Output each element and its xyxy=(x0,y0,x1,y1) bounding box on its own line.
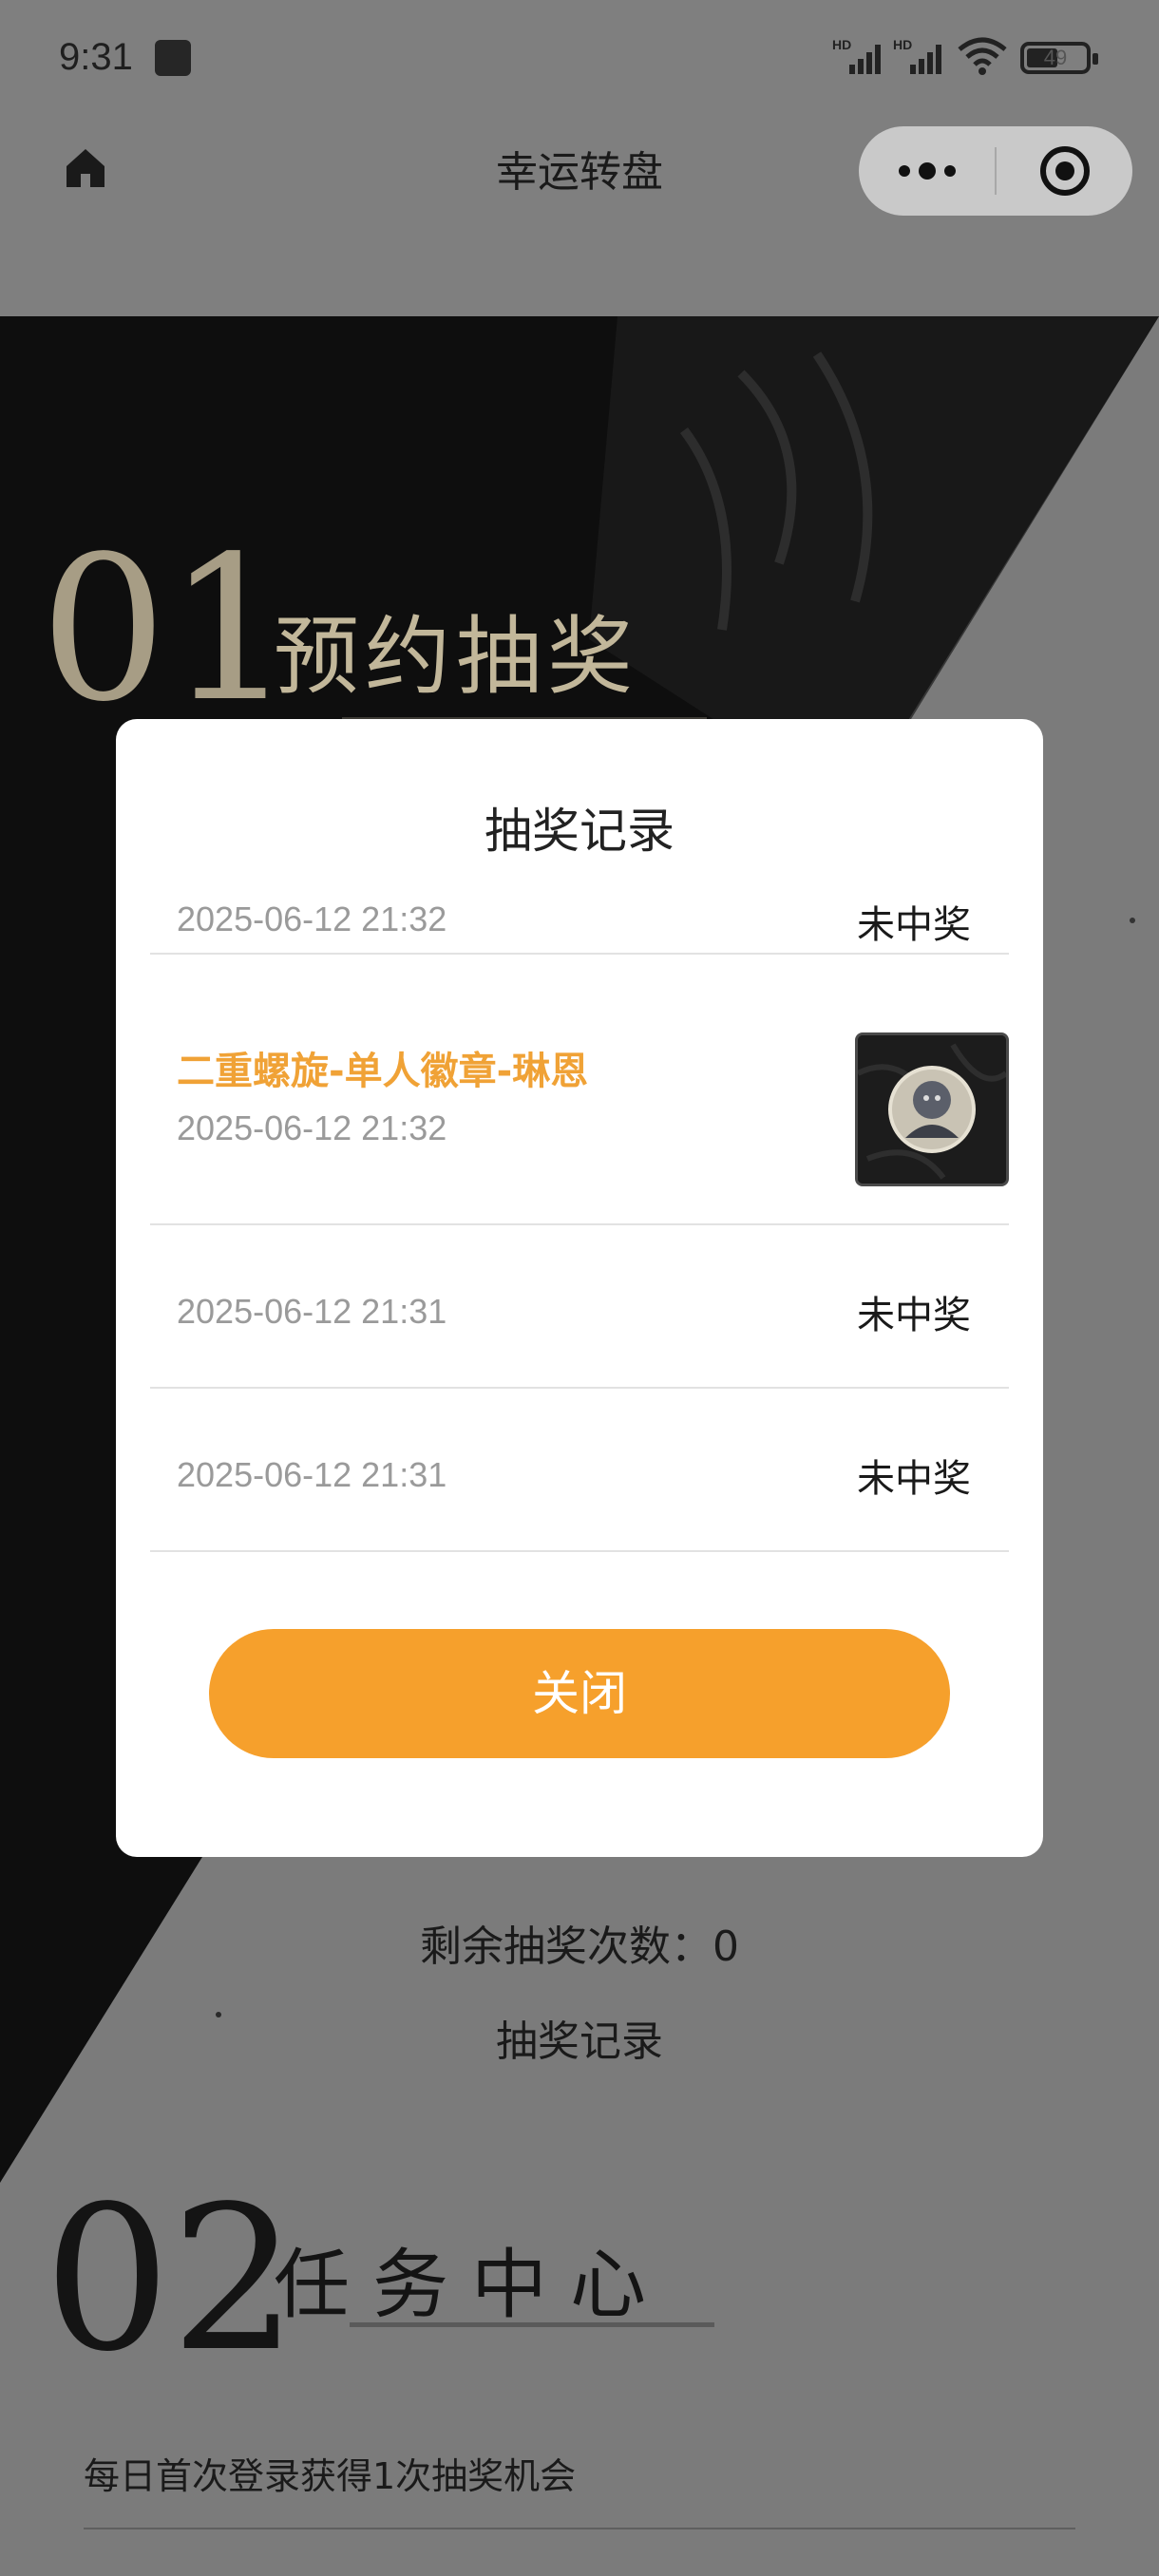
record-row: 2025-06-12 21:32 未中奖 xyxy=(150,881,1009,955)
modal-title: 抽奖记录 xyxy=(484,804,674,859)
remaining-draws: 剩余抽奖次数：0 xyxy=(420,1923,739,1971)
record-prize: 二重螺旋-单人徽章-琳恩 xyxy=(177,1050,589,1093)
close-miniprogram-icon[interactable] xyxy=(998,126,1132,216)
capsule-divider xyxy=(995,147,997,195)
hd-signal-icon: HD xyxy=(893,37,941,74)
section-number: 02 xyxy=(44,2163,298,2396)
battery-icon: 49 xyxy=(1020,42,1098,74)
record-status: 未中奖 xyxy=(857,903,971,947)
section-title: 预约抽奖 xyxy=(274,607,638,707)
prize-thumbnail xyxy=(855,1032,1009,1186)
miniprogram-capsule xyxy=(859,126,1132,216)
record-row: 二重螺旋-单人徽章-琳恩 2025-06-12 21:32 xyxy=(150,994,1009,1225)
status-bar: 9:31 HD HD 49 xyxy=(0,0,1159,119)
decorative-text-strip xyxy=(350,2322,714,2327)
app-notification-icon xyxy=(155,40,191,76)
hd-signal-icon: HD xyxy=(832,37,881,74)
record-status: 未中奖 xyxy=(857,1457,971,1501)
record-date: 2025-06-12 21:32 xyxy=(177,1108,447,1147)
record-row: 2025-06-12 21:31 未中奖 xyxy=(150,1389,1009,1552)
svg-text:HD: HD xyxy=(832,37,851,52)
task-item: 每日首次登录获得1次抽奖机会 xyxy=(84,2455,577,2497)
section-title: 任务中心 xyxy=(274,2241,669,2329)
divider xyxy=(84,2528,1075,2529)
record-row: 2025-06-12 21:31 未中奖 xyxy=(150,1225,1009,1389)
status-time: 9:31 xyxy=(59,36,133,78)
close-button[interactable]: 关闭 xyxy=(209,1629,950,1758)
draw-record-modal: 抽奖记录 2025-06-12 21:32 未中奖 二重螺旋-单人徽章-琳恩 2… xyxy=(116,719,1043,1857)
nav-bar: 幸运转盘 xyxy=(0,119,1159,316)
badge-image xyxy=(858,1035,1006,1184)
record-date: 2025-06-12 21:31 xyxy=(177,1292,447,1331)
section-number: 01 xyxy=(40,513,294,746)
wifi-icon xyxy=(958,37,1007,75)
record-date: 2025-06-12 21:32 xyxy=(177,900,447,938)
more-icon[interactable] xyxy=(859,126,996,216)
record-date: 2025-06-12 21:31 xyxy=(177,1455,447,1494)
draw-record-link[interactable]: 抽奖记录 xyxy=(0,2007,1159,2068)
svg-text:HD: HD xyxy=(893,37,912,52)
battery-level: 49 xyxy=(1043,46,1068,69)
record-status: 未中奖 xyxy=(857,1294,971,1337)
